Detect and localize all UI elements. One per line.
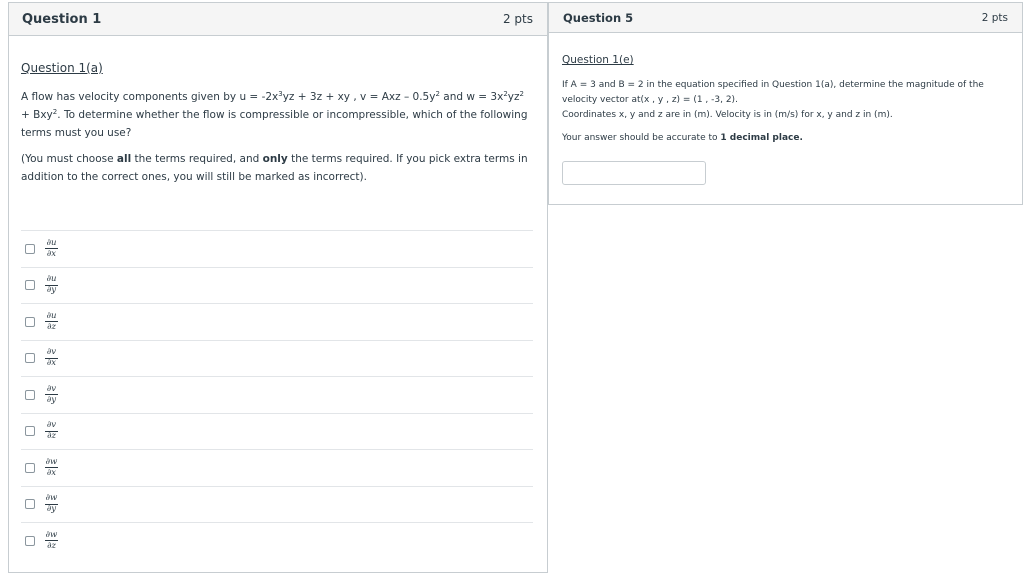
fraction-dw-dx: ∂w ∂x	[45, 456, 58, 478]
frac-denominator: ∂z	[47, 431, 56, 442]
fraction-dw-dy: ∂w ∂y	[45, 494, 58, 514]
frac-denominator: ∂x	[46, 248, 57, 259]
frac-numerator: ∂v	[46, 420, 57, 431]
answer-options-list: ∂u ∂x ∂u ∂y ∂u ∂z ∂v ∂x ∂v ∂y ∂v ∂z ∂w ∂x ∂w ∂y …	[21, 230, 533, 559]
answer-option-du-dx[interactable]: ∂u ∂x	[21, 230, 533, 267]
answer-option-du-dz[interactable]: ∂u ∂z	[21, 303, 533, 340]
accuracy-pre: Your answer should be accurate to	[562, 133, 721, 143]
answer-option-du-dy[interactable]: ∂u ∂y	[21, 266, 533, 304]
question-1-header: Question 1 2 pts	[9, 3, 547, 36]
question-5-points: 2 pts	[981, 11, 1008, 24]
frac-denominator: ∂y	[46, 285, 57, 296]
frac-denominator: ∂x	[46, 358, 57, 369]
question-5-card: Question 5 2 pts Question 1(e) If A = 3 …	[548, 2, 1023, 205]
frac-numerator: ∂u	[46, 274, 57, 285]
fraction-du-dx: ∂u ∂x	[45, 237, 58, 259]
answer-option-dw-dz[interactable]: ∂w ∂z	[21, 522, 533, 559]
fraction-dv-dy: ∂v ∂y	[45, 383, 58, 405]
w-term: yz	[507, 91, 520, 103]
w-term-2: + Bxy	[21, 109, 53, 121]
answer-option-dv-dy[interactable]: ∂v ∂y	[21, 376, 533, 413]
checkbox[interactable]	[25, 462, 35, 473]
u-expression: u = -2x	[239, 91, 279, 103]
question-1e-accuracy: Your answer should be accurate to 1 deci…	[562, 131, 1012, 146]
checkbox[interactable]	[25, 535, 35, 546]
instruction-bold-only: only	[262, 153, 288, 165]
question-1-card: Question 1 2 pts Question 1(a) A flow ha…	[8, 2, 548, 573]
question-5-title: Question 5	[563, 10, 634, 25]
answer-option-dw-dx[interactable]: ∂w ∂x	[21, 449, 533, 486]
frac-denominator: ∂x	[46, 467, 57, 478]
instruction-mid: the terms required, and	[131, 153, 263, 165]
question-1-title: Question 1	[22, 11, 102, 27]
frac-denominator: ∂z	[47, 540, 56, 551]
body-question: To determine whether the flow is compres…	[21, 109, 528, 139]
answer-option-dv-dz[interactable]: ∂v ∂z	[21, 412, 533, 450]
frac-numerator: ∂u	[46, 310, 57, 321]
instruction-bold-all: all	[116, 153, 132, 165]
frac-denominator: ∂y	[46, 504, 57, 515]
frac-numerator: ∂v	[46, 347, 57, 358]
w-expression: and w = 3x	[439, 91, 504, 103]
answer-option-dw-dy[interactable]: ∂w ∂y	[21, 485, 533, 523]
question-1a-instruction: (You must choose all the terms required,…	[21, 150, 536, 186]
frac-numerator: ∂w	[45, 493, 58, 504]
instruction-pre: (You must choose	[21, 153, 117, 165]
frac-numerator: ∂w	[45, 529, 58, 540]
checkbox[interactable]	[25, 280, 35, 291]
answer-option-dv-dx[interactable]: ∂v ∂x	[21, 339, 533, 377]
fraction-du-dz: ∂u ∂z	[45, 310, 58, 332]
w-exponent-2: 2	[519, 90, 524, 98]
frac-numerator: ∂v	[46, 383, 57, 394]
question-1a-subheading: Question 1(a)	[21, 61, 103, 75]
question-1e-prompt: If A = 3 and B = 2 in the equation speci…	[562, 80, 984, 105]
checkbox[interactable]	[25, 426, 35, 437]
checkbox[interactable]	[25, 353, 35, 364]
checkbox[interactable]	[25, 316, 35, 327]
frac-numerator: ∂w	[45, 456, 58, 467]
body-intro: A flow has velocity components given by	[21, 91, 237, 103]
checkbox[interactable]	[25, 499, 35, 510]
fraction-du-dy: ∂u ∂y	[45, 275, 58, 295]
frac-numerator: ∂u	[46, 237, 57, 248]
fraction-dv-dx: ∂v ∂x	[45, 348, 58, 368]
fraction-dv-dz: ∂v ∂z	[45, 421, 58, 441]
question-1-points: 2 pts	[502, 12, 533, 26]
frac-denominator: ∂y	[46, 394, 57, 405]
question-5-header: Question 5 2 pts	[549, 3, 1022, 33]
checkbox[interactable]	[25, 389, 35, 400]
question-1e-subheading: Question 1(e)	[562, 54, 634, 66]
checkbox[interactable]	[25, 243, 35, 254]
frac-denominator: ∂z	[47, 321, 56, 332]
accuracy-bold: 1 decimal place.	[720, 133, 803, 143]
answer-input[interactable]	[562, 161, 706, 185]
question-1a-body: A flow has velocity components given by …	[21, 88, 536, 142]
fraction-dw-dz: ∂w ∂z	[45, 529, 58, 551]
body-end: .	[57, 109, 61, 121]
question-1e-units: Coordinates x, y and z are in (m). Veloc…	[562, 110, 893, 120]
v-expression: yz + 3z + xy , v = Axz – 0.5y	[282, 91, 436, 103]
